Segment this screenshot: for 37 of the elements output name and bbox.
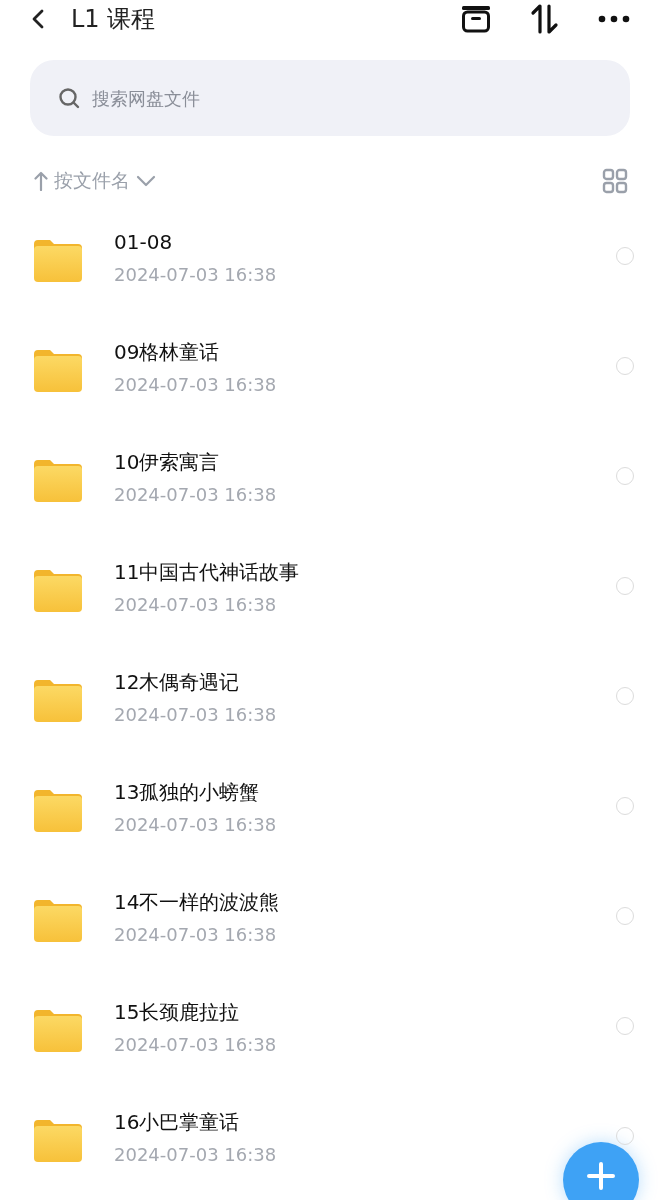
modified-date: 2024-07-03 16:38	[114, 262, 278, 287]
folder-icon	[34, 1120, 82, 1162]
page-title: L1 课程	[71, 4, 156, 35]
add-button[interactable]	[563, 1142, 639, 1200]
folder-icon	[34, 680, 82, 722]
modified-date: 2024-07-03 16:38	[114, 1032, 278, 1057]
back-icon[interactable]	[31, 8, 45, 30]
chevron-down-icon[interactable]	[136, 175, 156, 187]
search-field[interactable]: 搜索网盘文件	[30, 60, 630, 136]
folder-name[interactable]: 16小巴掌童话	[114, 1106, 616, 1137]
modified-date: 2024-07-03 16:38	[114, 482, 278, 507]
modified-date: 2024-07-03 16:38	[114, 1142, 278, 1167]
folder-icon	[34, 570, 82, 612]
more-icon[interactable]	[598, 15, 630, 23]
modified-date: 2024-07-03 16:38	[114, 372, 278, 397]
archive-icon[interactable]	[460, 4, 492, 34]
folder-name[interactable]: 13孤独的小螃蟹	[114, 776, 616, 807]
modified-date: 2024-07-03 16:38	[114, 922, 278, 947]
folder-name[interactable]: 12木偶奇遇记	[114, 666, 616, 697]
modified-date: 2024-07-03 16:38	[114, 592, 278, 617]
grid-view-icon[interactable]	[602, 168, 628, 194]
folder-name[interactable]: 14不一样的波波熊	[114, 886, 616, 917]
folder-name[interactable]: 09格林童话	[114, 336, 616, 367]
folder-icon	[34, 240, 82, 282]
folder-name[interactable]: 10伊索寓言	[114, 446, 616, 477]
folder-name[interactable]: 15长颈鹿拉拉	[114, 996, 616, 1027]
folder-name[interactable]: 01-08	[114, 226, 616, 257]
folder-icon	[34, 350, 82, 392]
folder-icon	[34, 460, 82, 502]
modified-date: 2024-07-03 16:38	[114, 702, 278, 727]
folder-icon	[34, 900, 82, 942]
folder-name[interactable]: 11中国古代神话故事	[114, 556, 616, 587]
plus-icon	[586, 1161, 616, 1191]
up-arrow-icon[interactable]	[34, 171, 48, 191]
modified-date: 2024-07-03 16:38	[114, 812, 278, 837]
folder-icon	[34, 1010, 82, 1052]
folder-icon	[34, 790, 82, 832]
